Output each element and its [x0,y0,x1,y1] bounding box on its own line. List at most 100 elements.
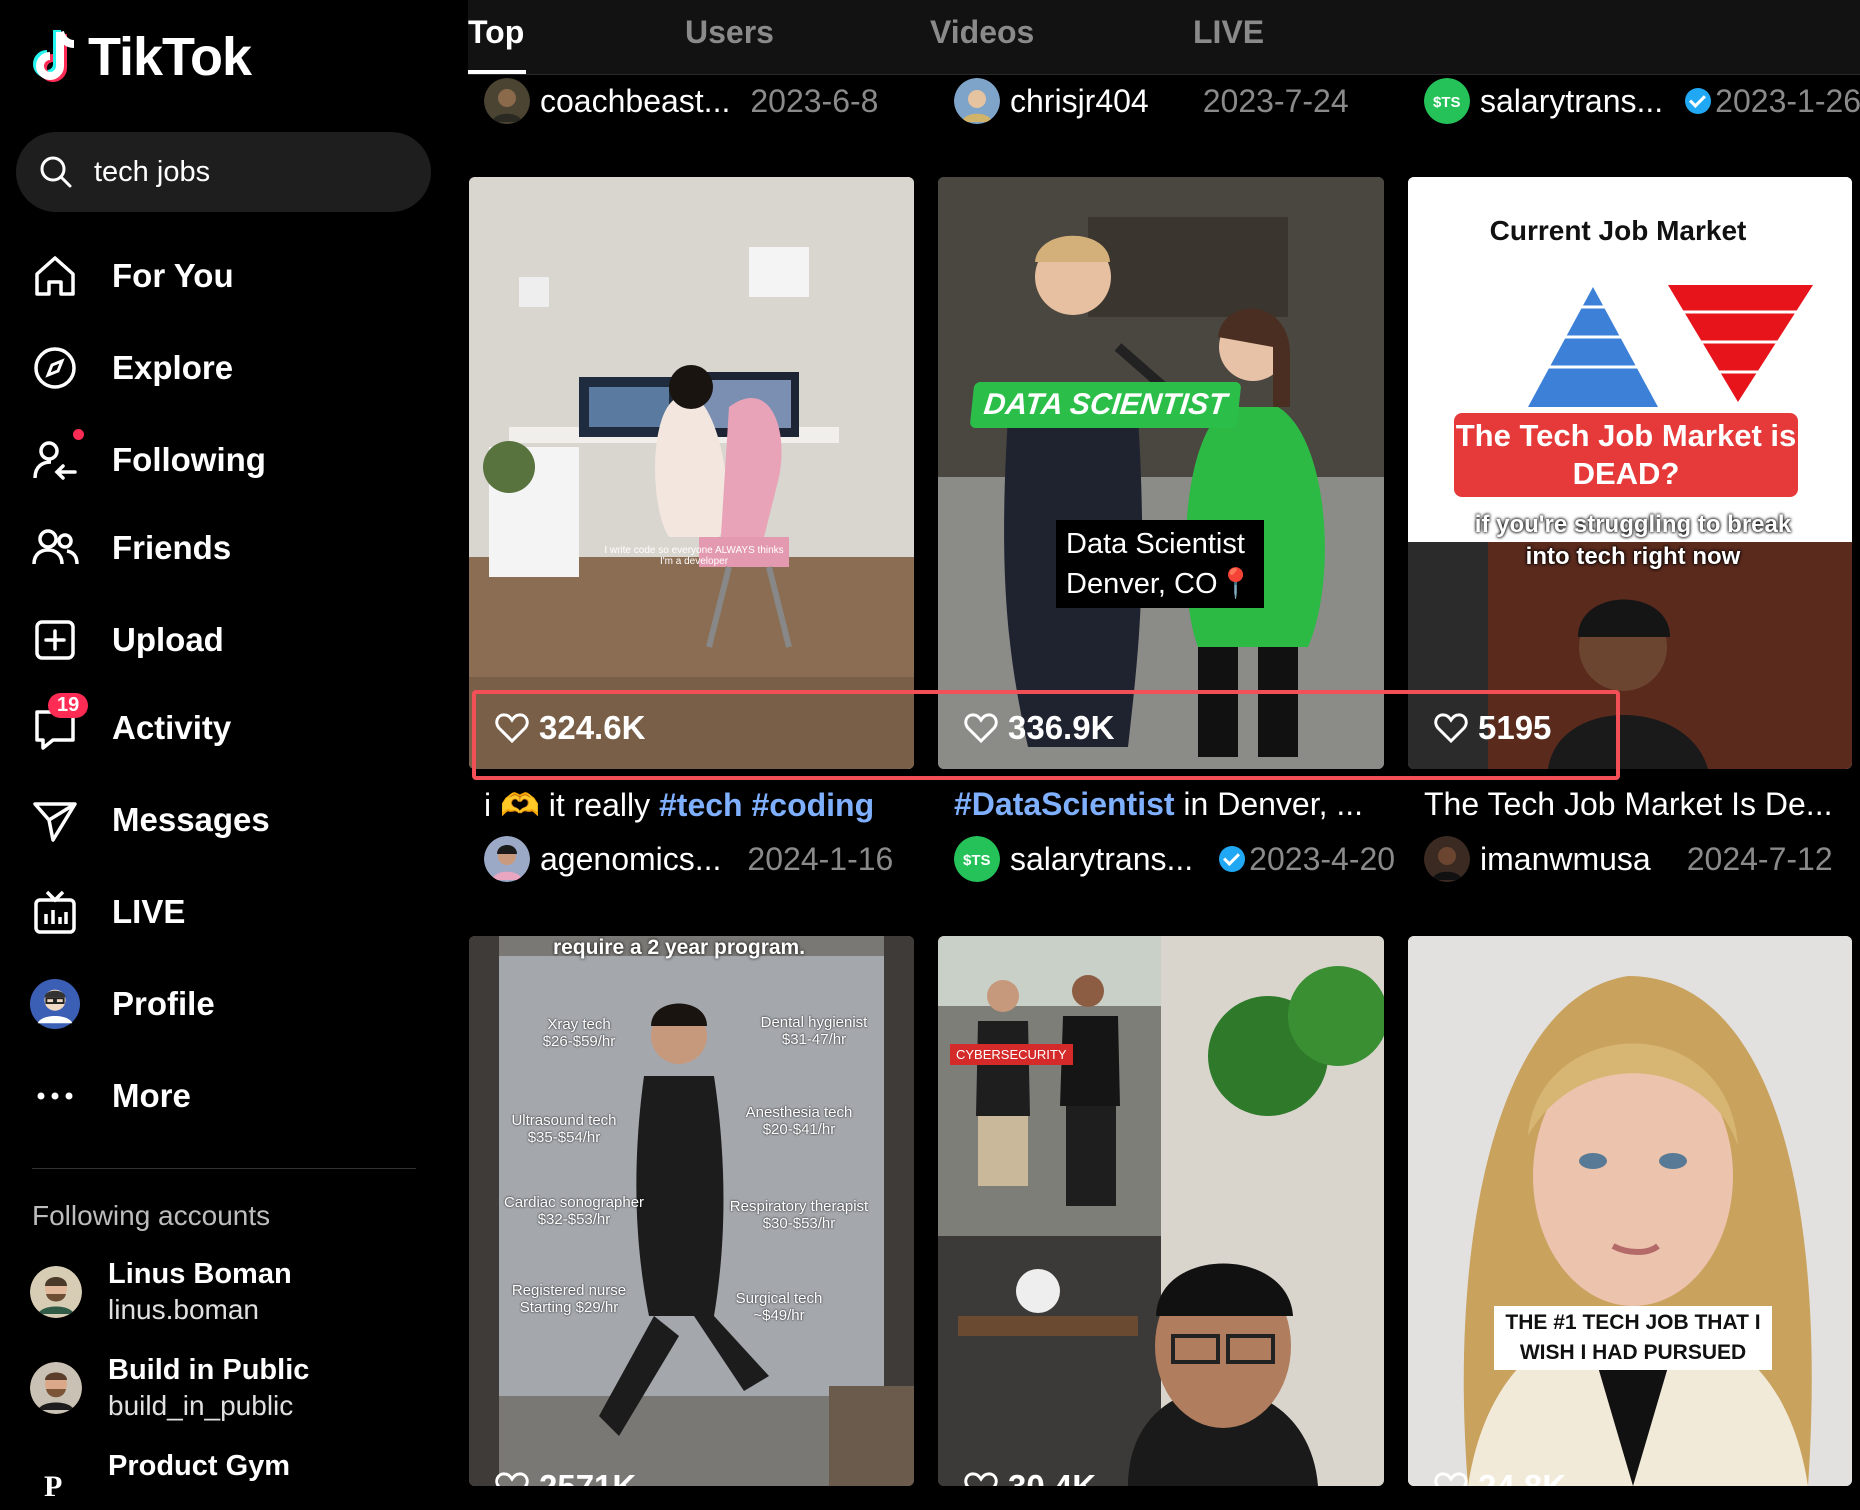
live-icon [30,887,80,937]
like-count-value: 30.4K [1008,1468,1096,1486]
avatar [484,836,530,882]
post-date: 2024-7-12 [1686,840,1833,877]
nav-friends[interactable]: Friends [30,518,231,578]
author-name: salarytrans... [1480,82,1664,119]
author-name: imanwmusa [1480,840,1651,877]
author-name: agenomics... [540,840,722,877]
nav-label: LIVE [112,893,186,930]
tab-top[interactable]: Top [468,14,524,51]
salary-label: Cardiac sonographer $32-$53/hr [503,1194,645,1228]
overlay-location: Denver, CO📍 [1066,568,1254,600]
sidebar-divider [32,1168,416,1169]
nav-explore[interactable]: Explore [30,338,233,398]
nav-for-you[interactable]: For You [30,246,234,306]
video-caption[interactable]: The Tech Job Market Is De... [1424,786,1832,823]
salary-label: Dental hygienist $31-47/hr [760,1014,868,1048]
video-author-row[interactable]: imanwmusa 2024-7-12 [1424,836,1833,882]
sts-logo-avatar: $TS [1424,78,1470,124]
video-card[interactable]: THE #1 TECH JOB THAT I WISH I HAD PURSUE… [1408,936,1852,1486]
nav-label: Explore [112,349,234,386]
video-author-row[interactable]: chrisjr404 2023-7-24 [954,78,1349,124]
avatar [30,1362,82,1414]
avatar [30,1266,82,1318]
activity-icon: 19 [30,693,89,753]
caption-text: i 🫶 it really [484,787,659,823]
friends-icon [30,523,80,573]
search-icon [40,156,72,188]
account-product-gym[interactable]: P Product Gym [30,1448,290,1510]
avatar: P [30,1458,82,1510]
video-card[interactable]: require a 2 year program. Xray tech $26-… [469,936,914,1486]
video-caption[interactable]: #DataScientist in Denver, ... [954,786,1363,823]
heart-icon [964,1472,998,1486]
post-date: 2023-4-20 [1249,840,1396,877]
video-author-row[interactable]: agenomics... 2024-1-16 [484,836,893,882]
search-bar[interactable] [16,132,431,212]
account-handle: linus.boman [108,1294,259,1325]
video-card[interactable]: Current Job Market The Tech Job Market i… [1408,177,1852,769]
video-card[interactable]: CYBERSECURITY 30.4K [938,936,1384,1486]
profile-avatar [30,979,80,1029]
account-build-in-public[interactable]: Build in Public build_in_public [30,1352,309,1424]
nav-more[interactable]: More [30,1066,191,1126]
compass-icon [30,343,80,393]
heart-icon [495,1472,529,1486]
tab-live[interactable]: LIVE [1193,14,1264,51]
account-name: Build in Public [108,1354,310,1386]
logo-text: TikTok [88,27,252,87]
video-card[interactable]: I write code so everyone ALWAYS thinks I… [469,177,914,769]
home-icon [30,251,80,301]
video-author-row[interactable]: $TS salarytrans... 2023-1-26 [1424,78,1860,124]
like-count: 2571K [495,1468,636,1486]
video-card[interactable]: DATA SCIENTIST Data Scientist Denver, CO… [938,177,1384,769]
like-count-value: 2571K [539,1468,636,1486]
following-icon [30,429,84,485]
nav-live[interactable]: LIVE [30,882,185,942]
svg-text:$TS: $TS [963,852,991,869]
nav-upload[interactable]: Upload [30,610,224,670]
nav-profile[interactable]: Profile [30,974,215,1034]
nav-label: Upload [112,621,224,658]
svg-text:$TS: $TS [1433,94,1461,111]
search-input[interactable] [92,154,396,190]
nav-activity[interactable]: 19 Activity [30,693,232,758]
nav-label: Friends [112,529,232,566]
highlight-annotation [472,690,1620,780]
more-icon [30,1071,80,1121]
author-name: salarytrans... [1010,840,1194,877]
nav-label: Messages [112,801,270,838]
video-thumbnail [938,936,1384,1486]
nav-label: Following [112,441,266,478]
nav-label: Activity [112,709,232,746]
overlay-caption: Data Scientist Denver, CO📍 [1056,520,1264,608]
account-name: Product Gym [108,1450,291,1482]
tab-underline [468,70,526,74]
account-name: Linus Boman [108,1258,292,1290]
caption-hashtags[interactable]: #tech #coding [659,787,874,823]
salary-label: Registered nurse Starting $29/hr [511,1282,627,1316]
overlay-label: DATA SCIENTIST [969,382,1242,428]
salary-label: Surgical tech ~$49/hr [735,1290,823,1324]
account-linus-boman[interactable]: Linus Boman linus.boman [30,1256,292,1328]
tab-videos[interactable]: Videos [930,14,1034,51]
avatar [484,78,530,124]
overlay-label-text: DATA SCIENTIST [982,388,1229,421]
upload-icon [30,615,80,665]
like-count: 24.8K [1434,1468,1566,1486]
caption-text: in Denver, ... [1174,786,1364,822]
caption-hashtags[interactable]: #DataScientist [954,786,1175,822]
video-caption[interactable]: i 🫶 it really #tech #coding [484,786,874,824]
tiktok-logo[interactable]: TikTok [30,26,252,88]
video-author-row[interactable]: coachbeast... 2023-6-8 [484,78,878,124]
overlay-headline: The Tech Job Market is DEAD? [1454,413,1798,497]
account-handle: build_in_public [108,1390,294,1421]
nav-label: For You [112,257,234,294]
tab-users[interactable]: Users [685,14,774,51]
salary-label: Anesthesia tech $20-$41/hr [745,1104,853,1138]
nav-following[interactable]: Following [30,429,266,490]
nav-messages[interactable]: Messages [30,790,270,850]
verified-icon [1685,88,1712,114]
video-overlay-text: require a 2 year program. [552,936,806,959]
author-name: chrisjr404 [1010,82,1149,119]
video-author-row[interactable]: $TS salarytrans... 2023-4-20 [954,836,1395,882]
